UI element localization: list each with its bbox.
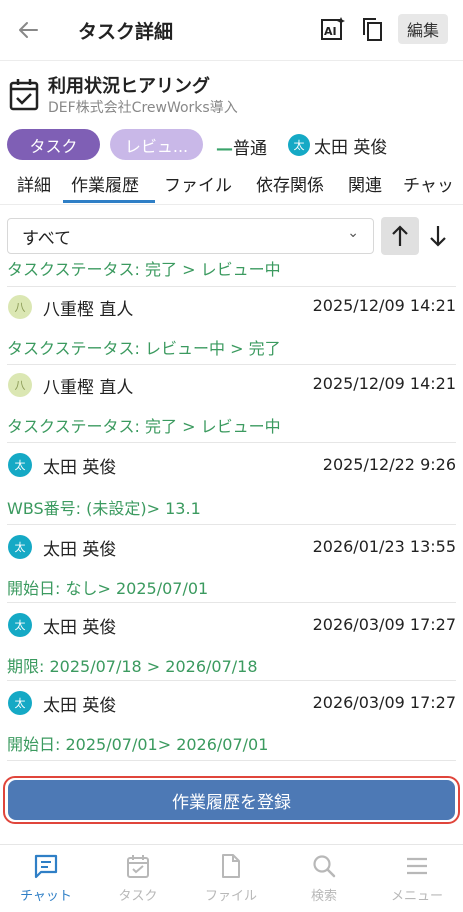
arrow-up-icon bbox=[392, 225, 408, 246]
filter-selected-value: すべて bbox=[22, 228, 72, 249]
nav-label: 検索 bbox=[310, 889, 337, 904]
task-project[interactable]: DEF株式会社CrewWorks導入 bbox=[48, 97, 238, 117]
assignee-avatar: 太 bbox=[288, 134, 310, 156]
copy-icon[interactable] bbox=[360, 15, 384, 43]
svg-text:AI: AI bbox=[324, 25, 337, 38]
nav-label: ファイル bbox=[204, 889, 257, 904]
sort-ascending-button[interactable] bbox=[381, 217, 419, 255]
history-change-text: タスクステータス: 完了 > レビュー中 bbox=[7, 417, 281, 436]
sort-descending-button[interactable] bbox=[424, 217, 452, 255]
history-change-text: 開始日: 2025/07/01> 2026/07/01 bbox=[7, 735, 269, 754]
task-checkbox-icon bbox=[8, 76, 40, 112]
user-avatar: 太 bbox=[8, 535, 32, 559]
back-arrow-icon[interactable] bbox=[14, 16, 42, 44]
history-change-text: 期限: 2025/07/18 > 2026/07/18 bbox=[7, 657, 258, 676]
tab-bar: 詳細 作業履歴 ファイル 依存関係 関連 チャッ bbox=[0, 166, 463, 204]
nav-task[interactable]: タスク bbox=[92, 845, 184, 912]
history-separator bbox=[7, 524, 456, 525]
priority-label: 普通 bbox=[233, 139, 267, 159]
history-timestamp: 2026/01/23 13:55 bbox=[312, 537, 456, 556]
file-icon bbox=[218, 853, 244, 879]
history-separator bbox=[7, 680, 456, 681]
history-change-text: タスクステータス: 完了 > レビュー中 bbox=[7, 260, 281, 279]
tabs-divider bbox=[0, 204, 463, 205]
priority[interactable]: —普通 bbox=[216, 134, 267, 159]
history-separator bbox=[7, 602, 456, 603]
task-name: 利用状況ヒアリング bbox=[48, 76, 210, 97]
history-timestamp: 2026/03/09 17:27 bbox=[312, 693, 456, 712]
tab-related[interactable]: 関連 bbox=[348, 171, 382, 196]
history-user: 八重樫 直人 bbox=[43, 300, 134, 320]
header-divider bbox=[0, 60, 463, 61]
nav-label: メニュー bbox=[390, 889, 443, 904]
nav-label: タスク bbox=[118, 889, 158, 904]
nav-file[interactable]: ファイル bbox=[185, 845, 277, 912]
history-separator bbox=[7, 760, 456, 761]
history-timestamp: 2026/03/09 17:27 bbox=[312, 615, 456, 634]
user-avatar: 太 bbox=[8, 453, 32, 477]
task-type-chip[interactable]: タスク bbox=[7, 129, 100, 160]
nav-chat[interactable]: チャット bbox=[0, 845, 92, 912]
history-separator bbox=[7, 442, 456, 443]
tab-history[interactable]: 作業履歴 bbox=[71, 171, 139, 196]
menu-icon bbox=[404, 853, 430, 879]
history-user: 太田 英俊 bbox=[43, 540, 117, 560]
chevron-down-icon: ⌄ bbox=[347, 225, 359, 241]
task-status-chip[interactable]: レビュ... bbox=[110, 129, 203, 160]
history-timestamp: 2025/12/09 14:21 bbox=[312, 374, 456, 393]
history-user: 八重樫 直人 bbox=[43, 378, 134, 398]
history-separator bbox=[7, 364, 456, 365]
edit-button[interactable]: 編集 bbox=[398, 14, 448, 44]
user-avatar: 八 bbox=[8, 295, 32, 319]
app-header: タスク詳細 AI 編集 bbox=[0, 0, 463, 60]
user-avatar: 八 bbox=[8, 373, 32, 397]
page-title: タスク詳細 bbox=[78, 21, 174, 43]
history-change-text: タスクステータス: レビュー中 > 完了 bbox=[7, 339, 281, 358]
bottom-navigation: チャット タスク ファイル 検索 メニュー bbox=[0, 844, 463, 912]
history-user: 太田 英俊 bbox=[43, 696, 117, 716]
history-timestamp: 2025/12/09 14:21 bbox=[312, 296, 456, 315]
history-change-text: 開始日: なし> 2025/07/01 bbox=[7, 579, 209, 598]
history-user: 太田 英俊 bbox=[43, 458, 117, 478]
history-timestamp: 2025/12/22 9:26 bbox=[322, 455, 456, 474]
history-change-text: WBS番号: (未設定)> 13.1 bbox=[7, 499, 201, 518]
tab-files[interactable]: ファイル bbox=[164, 171, 232, 196]
nav-search[interactable]: 検索 bbox=[278, 845, 370, 912]
history-user: 太田 英俊 bbox=[43, 618, 117, 638]
history-filter-select[interactable]: すべて ⌄ bbox=[7, 218, 374, 254]
ai-edit-icon[interactable]: AI bbox=[320, 15, 346, 43]
user-avatar: 太 bbox=[8, 691, 32, 715]
active-tab-indicator bbox=[63, 200, 155, 203]
assignee-name[interactable]: 太田 英俊 bbox=[314, 133, 387, 158]
nav-label: チャット bbox=[20, 889, 72, 904]
priority-mark: — bbox=[216, 139, 233, 159]
history-separator bbox=[7, 286, 456, 287]
arrow-down-icon bbox=[430, 226, 446, 247]
search-icon bbox=[311, 853, 337, 879]
user-avatar: 太 bbox=[8, 613, 32, 637]
task-icon bbox=[125, 853, 151, 879]
tab-chat[interactable]: チャッ bbox=[403, 171, 454, 196]
tab-dependencies[interactable]: 依存関係 bbox=[256, 171, 324, 196]
chat-icon bbox=[33, 853, 59, 879]
nav-menu[interactable]: メニュー bbox=[371, 845, 463, 912]
tab-details[interactable]: 詳細 bbox=[17, 171, 51, 196]
register-history-button[interactable]: 作業履歴を登録 bbox=[8, 780, 455, 820]
